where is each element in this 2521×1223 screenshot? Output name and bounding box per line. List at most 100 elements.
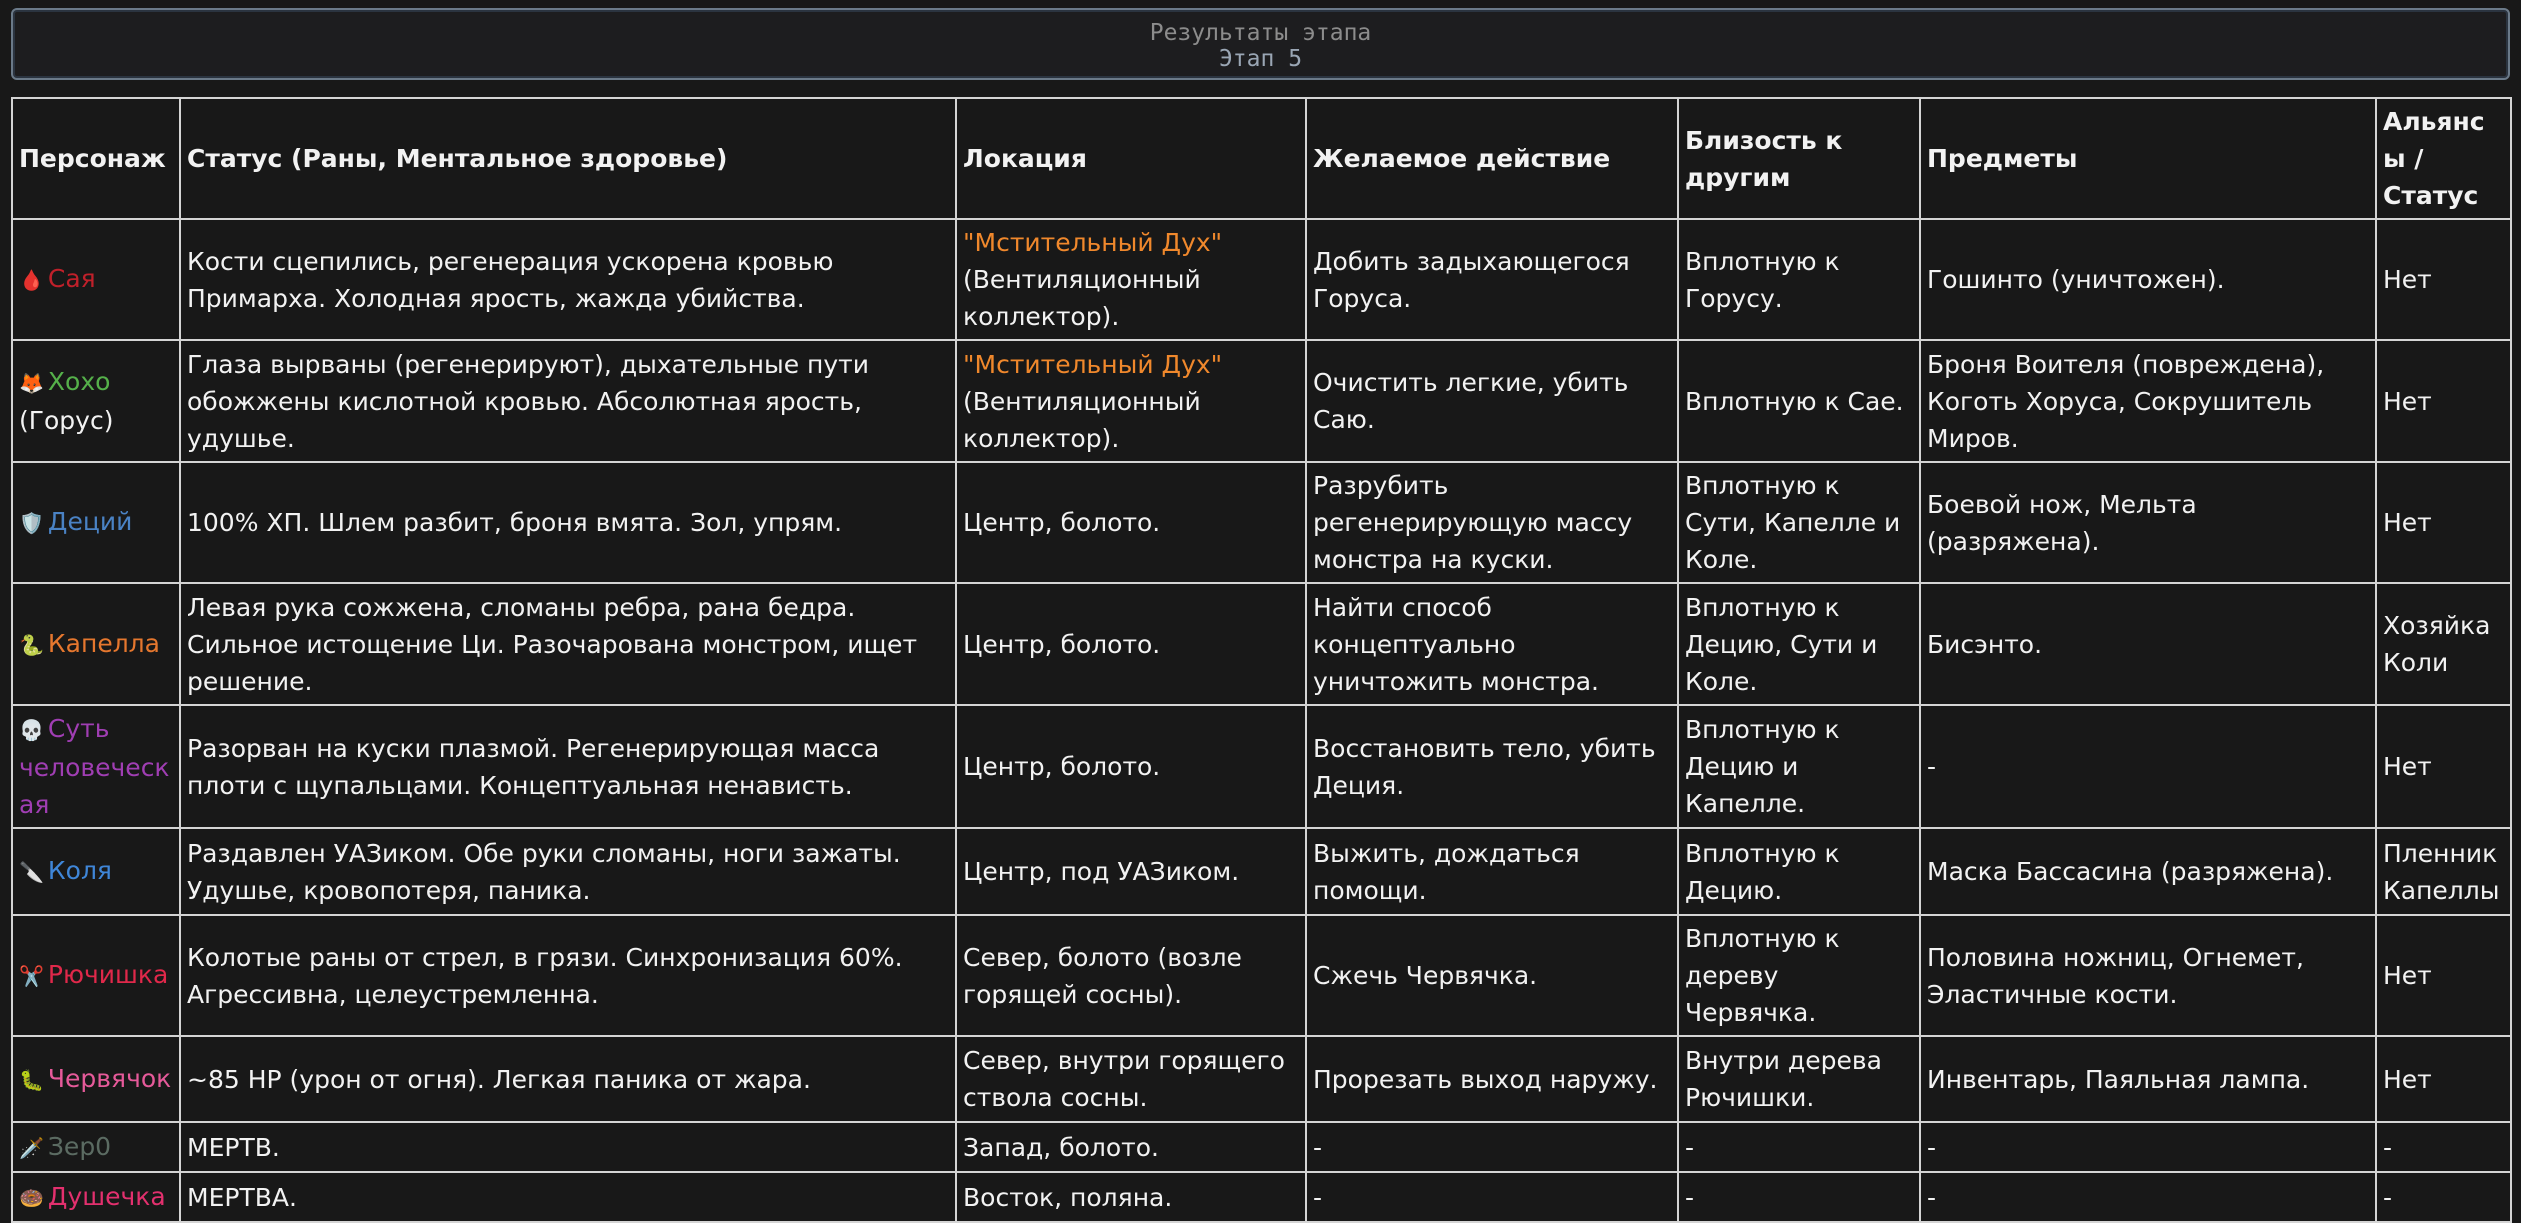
blood-drop-icon: 🩸 [19,268,44,292]
location-text: Центр, болото. [963,508,1161,537]
location-cell: Север, внутри горящего ствола сосны. [955,1035,1307,1123]
character-cell: 🐛 Червячок [11,1035,181,1123]
dagger-icon: 🗡️ [19,1135,44,1160]
character-cell: 🔪 Коля [11,827,181,916]
status-cell: ~85 HP (урон от огня). Легкая паника от … [179,1035,957,1123]
location-cell: Восток, поляна. [955,1171,1307,1223]
location-text: Центр, под УАЗиком. [963,857,1240,886]
column-header-status: Статус (Раны, Ментальное здоровье) [179,97,957,220]
location-cell: Север, болото (возле горящей сосны). [955,914,1307,1037]
character-name: Капелла [47,628,160,658]
location-cell: "Мстительный Дух" (Вентиляционный коллект… [955,218,1307,341]
table-row: ✂️ Рючишка Колотые раны от стрел, в грязи.… [11,914,2512,1037]
table-row: 🩸 Сая Кости сцепились, регенерация ускорен… [11,218,2512,341]
column-header-location: Локация [955,97,1307,220]
stage-results-header: Результаты этапа Этап 5 [11,8,2510,80]
alliance-cell: Нет [2375,914,2512,1037]
items-cell: Инвентарь, Паяльная лампа. [1919,1035,2377,1123]
header-subtitle: Этап 5 [1218,46,1303,72]
proximity-cell: Вплотную к дереву Червячка. [1677,914,1921,1037]
action-cell: Выжить, дождаться помощи. [1305,827,1679,916]
location-text: Центр, болото. [963,629,1161,659]
action-cell: - [1305,1171,1679,1223]
character-name: Рючишка [47,960,169,989]
action-cell: Найти способ концептуально уничтожить мо… [1305,582,1679,706]
items-cell: - [1919,704,2377,829]
column-header-items: Предметы [1919,97,2377,220]
character-name: Душечка [47,1181,166,1211]
location-text: Центр, болото. [963,752,1161,781]
character-cell: 🐍 Капелла [11,582,181,706]
action-cell: Разрубить регенерирующую массу монстра н… [1305,461,1679,584]
fox-icon: 🦊 [19,371,44,395]
action-cell: Сжечь Червячка. [1305,914,1679,1037]
location-text: Запад, болото. [963,1132,1159,1162]
proximity-cell: Вплотную к Сае. [1677,339,1921,463]
character-name: Хохо [47,367,111,396]
status-cell: 100% ХП. Шлем разбит, броня вмята. Зол, … [179,461,957,584]
snake-icon: 🐍 [19,632,44,657]
proximity-cell: - [1677,1121,1921,1173]
action-cell: Добить задыхающегося Горуса. [1305,218,1679,341]
character-cell: 🍩 Душечка [11,1171,181,1223]
table-row: 🐛 Червячок ~85 HP (урон от огня). Легкая п… [11,1035,2512,1123]
proximity-cell: Вплотную к Сути, Капелле и Коле. [1677,461,1921,584]
alliance-cell: - [2375,1121,2512,1173]
status-cell: Кости сцепились, регенерация ускорена кр… [179,218,957,341]
table-row: 🍩 Душечка МЕРТВА. Восток, поляна. - - - - [11,1171,2512,1223]
location-text: Восток, поляна. [963,1182,1173,1212]
action-cell: - [1305,1121,1679,1173]
action-cell: Восстановить тело, убить Деция. [1305,704,1679,829]
status-cell: Разорван на куски плазмой. Регенерирующа… [179,704,957,829]
character-name: Червячок [47,1063,172,1093]
table-body: 🩸 Сая Кости сцепились, регенерация ускорен… [11,218,2512,1223]
status-cell: Раздавлен УАЗиком. Обе руки сломаны, ног… [179,827,957,916]
character-cell: 🗡️ Зер0 [11,1121,181,1173]
items-cell: Маска Бассасина (разряжена). [1919,827,2377,916]
character-cell: 🩸 Сая [11,218,181,341]
alliance-cell: Нет [2375,339,2512,463]
items-cell: - [1919,1171,2377,1223]
scissors-icon: ✂️ [19,964,44,988]
character-cell: 💀 Суть человеческая [11,704,181,829]
status-cell: Левая рука сожжена, сломаны ребра, рана … [179,582,957,706]
location-ship-name: "Мстительный Дух" [963,228,1223,257]
table-row: 🔪 Коля Раздавлен УАЗиком. Обе руки сломаны… [11,827,2512,916]
header-row: Персонаж Статус (Раны, Ментальное здоров… [11,97,2512,220]
proximity-cell: Вплотную к Децию, Сути и Коле. [1677,582,1921,706]
location-cell: "Мстительный Дух" (Вентиляционный коллект… [955,339,1307,463]
location-ship-name: "Мстительный Дух" [963,349,1223,379]
donut-icon: 🍩 [19,1185,44,1210]
results-table: Персонаж Статус (Раны, Ментальное здоров… [11,97,2512,1223]
proximity-cell: Вплотную к Децию. [1677,827,1921,916]
items-cell: Гошинто (уничтожен). [1919,218,2377,341]
items-cell: Боевой нож, Мельта (разряжена). [1919,461,2377,584]
table-row: 🗡️ Зер0 МЕРТВ. Запад, болото. - - - - [11,1121,2512,1173]
character-alias: (Горус) [19,406,114,435]
items-cell: Броня Воителя (повреждена), Коготь Хорус… [1919,339,2377,463]
location-text: (Вентиляционный коллектор). [963,386,1201,453]
items-cell: Половина ножниц, Огнемет, Эластичные кос… [1919,914,2377,1037]
status-cell: Колотые раны от стрел, в грязи. Синхрони… [179,914,957,1037]
character-name: Деций [47,507,133,536]
location-text: Север, болото (возле горящей сосны). [963,942,1242,1009]
proximity-cell: Вплотную к Децию и Капелле. [1677,704,1921,829]
proximity-cell: Внутри дерева Рючишки. [1677,1035,1921,1123]
alliance-cell: - [2375,1171,2512,1223]
location-text: Север, внутри горящего ствола сосны. [963,1046,1285,1112]
character-name: Зер0 [47,1131,112,1161]
status-cell: МЕРТВА. [179,1171,957,1223]
status-cell: Глаза вырваны (регенерируют), дыхательны… [179,339,957,463]
knife-icon: 🔪 [19,860,44,884]
alliance-cell: Хозяйка Коли [2375,582,2512,706]
proximity-cell: Вплотную к Горусу. [1677,218,1921,341]
action-cell: Очистить легкие, убить Саю. [1305,339,1679,463]
table-row: 🛡️ Деций 100% ХП. Шлем разбит, броня вмята… [11,461,2512,584]
column-header-character: Персонаж [11,97,181,220]
table-row: 💀 Суть человеческая Разорван на куски плаз… [11,704,2512,829]
table-row: 🦊 Хохо (Горус) Глаза вырваны (регенерируют)… [11,339,2512,463]
location-cell: Центр, под УАЗиком. [955,827,1307,916]
alliance-cell: Нет [2375,704,2512,829]
items-cell: Бисэнто. [1919,582,2377,706]
alliance-cell: Нет [2375,1035,2512,1123]
